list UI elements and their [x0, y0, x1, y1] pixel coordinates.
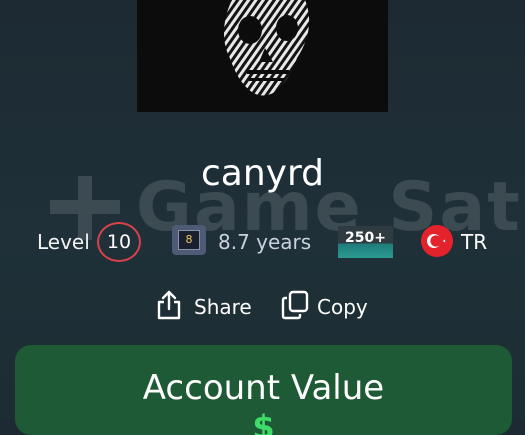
turkey-flag-icon [421, 225, 453, 257]
share-label: Share [194, 295, 252, 319]
copy-label: Copy [317, 295, 368, 319]
share-button[interactable]: Share [155, 288, 255, 324]
account-value-card: Account Value $ [15, 345, 512, 435]
username: canyrd [201, 153, 324, 194]
skull-avatar-image [137, 0, 388, 112]
level-label: Level [37, 230, 90, 254]
copy-button[interactable]: Copy [280, 288, 375, 324]
profile-actions: Share Copy [0, 288, 525, 328]
share-icon [157, 290, 181, 320]
account-value-title: Account Value [142, 368, 385, 408]
count-badge-label: 250+ [345, 230, 386, 246]
copy-icon [281, 290, 309, 320]
membership-years: 8.7 years [218, 230, 312, 254]
profile-avatar [137, 0, 388, 112]
count-badge: 250+ [338, 226, 393, 258]
years-badge-digit: 8 [178, 230, 200, 250]
profile-stats: Level 10 8 8.7 years 250+ TR [0, 222, 525, 262]
years-of-service-icon: 8 [172, 225, 206, 255]
level-badge: 10 [97, 222, 141, 262]
account-value-amount: $ [252, 408, 275, 435]
country-code: TR [461, 230, 488, 254]
